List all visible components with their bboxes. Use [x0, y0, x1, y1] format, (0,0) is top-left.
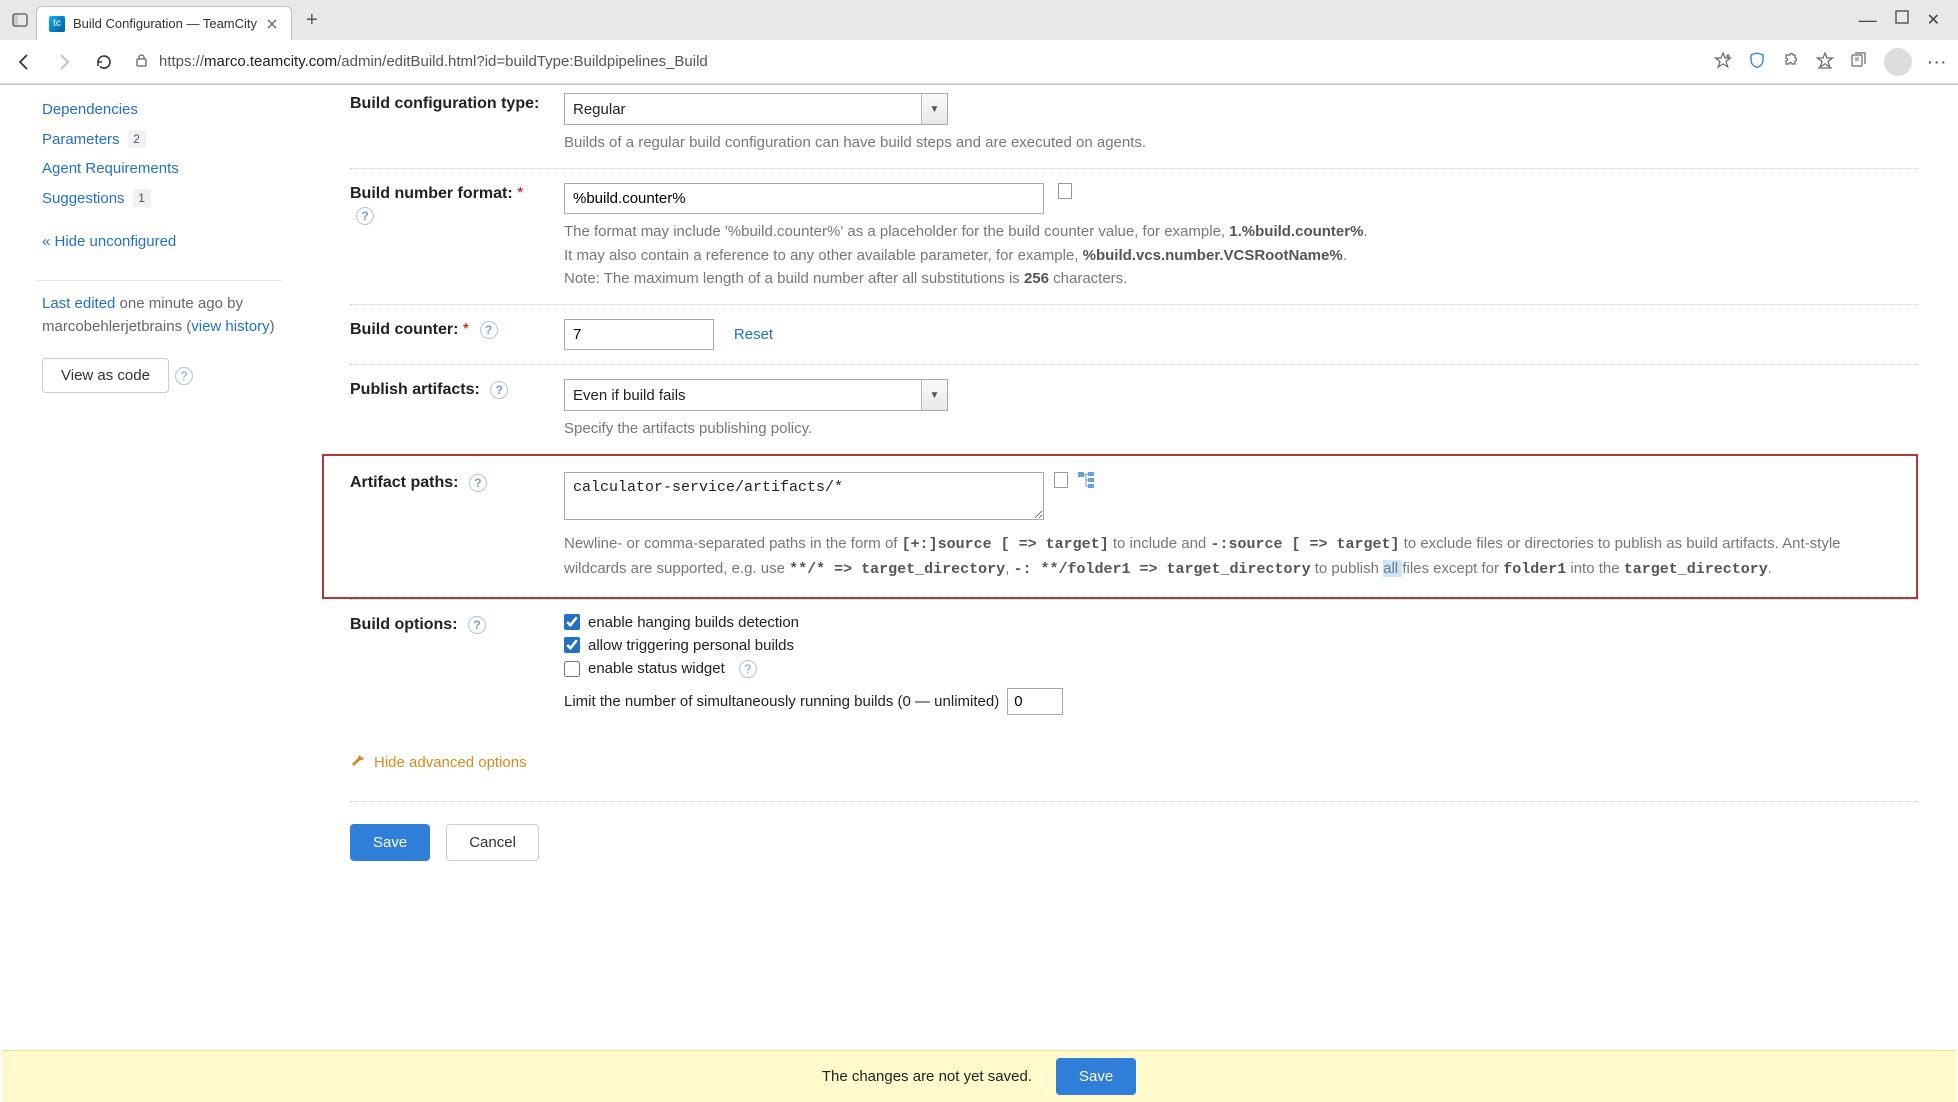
suggestions-count: 1	[133, 189, 151, 207]
artifact-paths-hint: Newline- or comma-separated paths in the…	[564, 532, 1904, 581]
unsaved-changes-banner: The changes are not yet saved. Save	[2, 1050, 1956, 1102]
browser-tab[interactable]: tc Build Configuration — TeamCity	[36, 6, 292, 40]
back-button[interactable]	[10, 48, 38, 76]
status-widget-checkbox[interactable]: enable status widget ?	[564, 660, 1918, 678]
url-scheme: https://	[159, 53, 204, 70]
url-path: /admin/editBuild.html?id=buildType:Build…	[337, 53, 708, 70]
sidebar: Dependencies Parameters2 Agent Requireme…	[0, 85, 300, 1047]
build-options-label: Build options: ?	[350, 614, 544, 636]
build-counter-input[interactable]	[564, 319, 714, 350]
help-icon[interactable]: ?	[739, 660, 757, 678]
collections-icon[interactable]	[1850, 51, 1868, 72]
profile-avatar[interactable]	[1884, 48, 1912, 76]
bookmark-icon[interactable]	[1714, 51, 1732, 72]
toolbar-actions: ···	[1714, 48, 1948, 76]
close-window-icon[interactable]: ✕	[1927, 10, 1940, 31]
banner-message: The changes are not yet saved.	[822, 1068, 1032, 1085]
tab-actions-icon[interactable]	[8, 8, 32, 32]
teamcity-favicon: tc	[49, 16, 65, 32]
page-content: Dependencies Parameters2 Agent Requireme…	[0, 85, 1958, 1047]
address-bar[interactable]: https://marco.teamcity.com/admin/editBui…	[130, 53, 1702, 71]
tree-icon[interactable]	[1078, 472, 1096, 493]
limit-builds-row: Limit the number of simultaneously runni…	[564, 688, 1918, 715]
maximize-icon[interactable]	[1895, 10, 1909, 31]
personal-builds-checkbox[interactable]: allow triggering personal builds	[564, 637, 1918, 654]
reload-button[interactable]	[90, 48, 118, 76]
lock-icon	[134, 53, 149, 71]
sidebar-item-parameters[interactable]: Parameters2	[42, 124, 282, 154]
wrench-icon	[350, 753, 366, 773]
reset-counter-link[interactable]: Reset	[734, 326, 773, 343]
section-build-counter: Build counter: * ? Reset	[350, 304, 1918, 364]
favorites-icon[interactable]	[1816, 51, 1834, 72]
last-edited-info: Last edited one minute ago by marcobehle…	[42, 293, 282, 338]
help-icon[interactable]: ?	[175, 367, 193, 385]
browser-chrome: tc Build Configuration — TeamCity + — ✕	[0, 0, 1958, 85]
build-number-format-input[interactable]	[564, 183, 1044, 214]
view-history-link[interactable]: view history	[191, 318, 269, 335]
forward-button[interactable]	[50, 48, 78, 76]
config-type-select[interactable]: Regular ▼	[564, 93, 948, 125]
help-icon[interactable]: ?	[468, 616, 486, 634]
section-build-options: Build options: ? enable hanging builds d…	[350, 599, 1918, 729]
view-as-code-button[interactable]: View as code	[42, 358, 169, 393]
build-number-format-hint: The format may include '%build.counter%'…	[564, 220, 1918, 290]
page-icon[interactable]	[1058, 183, 1072, 199]
help-icon[interactable]: ?	[469, 474, 487, 492]
last-edited-link[interactable]: Last edited	[42, 295, 115, 312]
section-config-type: Build configuration type: Regular ▼ Buil…	[350, 85, 1918, 168]
cancel-button[interactable]: Cancel	[446, 824, 539, 861]
hanging-builds-checkbox[interactable]: enable hanging builds detection	[564, 614, 1918, 631]
banner-save-button[interactable]: Save	[1056, 1058, 1136, 1095]
config-type-label: Build configuration type:	[350, 93, 544, 115]
sidebar-item-suggestions[interactable]: Suggestions1	[42, 183, 282, 213]
form-buttons: Save Cancel	[350, 801, 1918, 861]
page-icon[interactable]	[1054, 472, 1068, 488]
new-tab-button[interactable]: +	[296, 5, 328, 36]
chevron-down-icon: ▼	[921, 380, 947, 410]
config-type-hint: Builds of a regular build configuration …	[564, 131, 1918, 154]
tab-title: Build Configuration — TeamCity	[73, 16, 257, 31]
sidebar-divider	[36, 280, 282, 281]
section-publish-artifacts: Publish artifacts: ? Even if build fails…	[350, 364, 1918, 454]
tab-bar: tc Build Configuration — TeamCity + — ✕	[0, 0, 1958, 40]
sidebar-item-dependencies[interactable]: Dependencies	[42, 95, 282, 124]
url-text: https://marco.teamcity.com/admin/editBui…	[159, 53, 708, 70]
parameters-count: 2	[128, 130, 146, 148]
close-icon[interactable]	[265, 17, 279, 31]
chevron-down-icon: ▼	[921, 94, 947, 124]
build-number-format-label: Build number format: * ?	[350, 183, 544, 228]
limit-builds-input[interactable]	[1007, 688, 1063, 715]
help-icon[interactable]: ?	[490, 381, 508, 399]
sidebar-item-agent-requirements[interactable]: Agent Requirements	[42, 154, 282, 183]
window-controls: — ✕	[1859, 10, 1950, 31]
publish-artifacts-label: Publish artifacts: ?	[350, 379, 544, 401]
extensions-icon[interactable]	[1782, 51, 1800, 72]
artifact-paths-input[interactable]: calculator-service/artifacts/*	[564, 472, 1044, 520]
build-counter-label: Build counter: * ?	[350, 319, 544, 341]
hide-unconfigured-link[interactable]: « Hide unconfigured	[42, 227, 282, 256]
publish-artifacts-hint: Specify the artifacts publishing policy.	[564, 417, 1918, 440]
help-icon[interactable]: ?	[480, 321, 498, 339]
artifact-paths-highlighted-section: Artifact paths: ? calculator-service/art…	[322, 454, 1918, 599]
browser-toolbar: https://marco.teamcity.com/admin/editBui…	[0, 40, 1958, 84]
publish-artifacts-select[interactable]: Even if build fails ▼	[564, 379, 948, 411]
hide-advanced-options-link[interactable]: Hide advanced options	[350, 753, 527, 773]
minimize-icon[interactable]: —	[1859, 10, 1877, 31]
help-icon[interactable]: ?	[356, 207, 374, 225]
section-build-number-format: Build number format: * ? The format may …	[350, 168, 1918, 304]
artifact-paths-label: Artifact paths: ?	[350, 472, 544, 494]
more-icon[interactable]: ···	[1928, 54, 1948, 70]
main-form: Build configuration type: Regular ▼ Buil…	[300, 85, 1958, 1047]
save-button[interactable]: Save	[350, 824, 430, 861]
shield-icon[interactable]	[1748, 51, 1766, 72]
url-domain: marco.teamcity.com	[204, 53, 337, 70]
